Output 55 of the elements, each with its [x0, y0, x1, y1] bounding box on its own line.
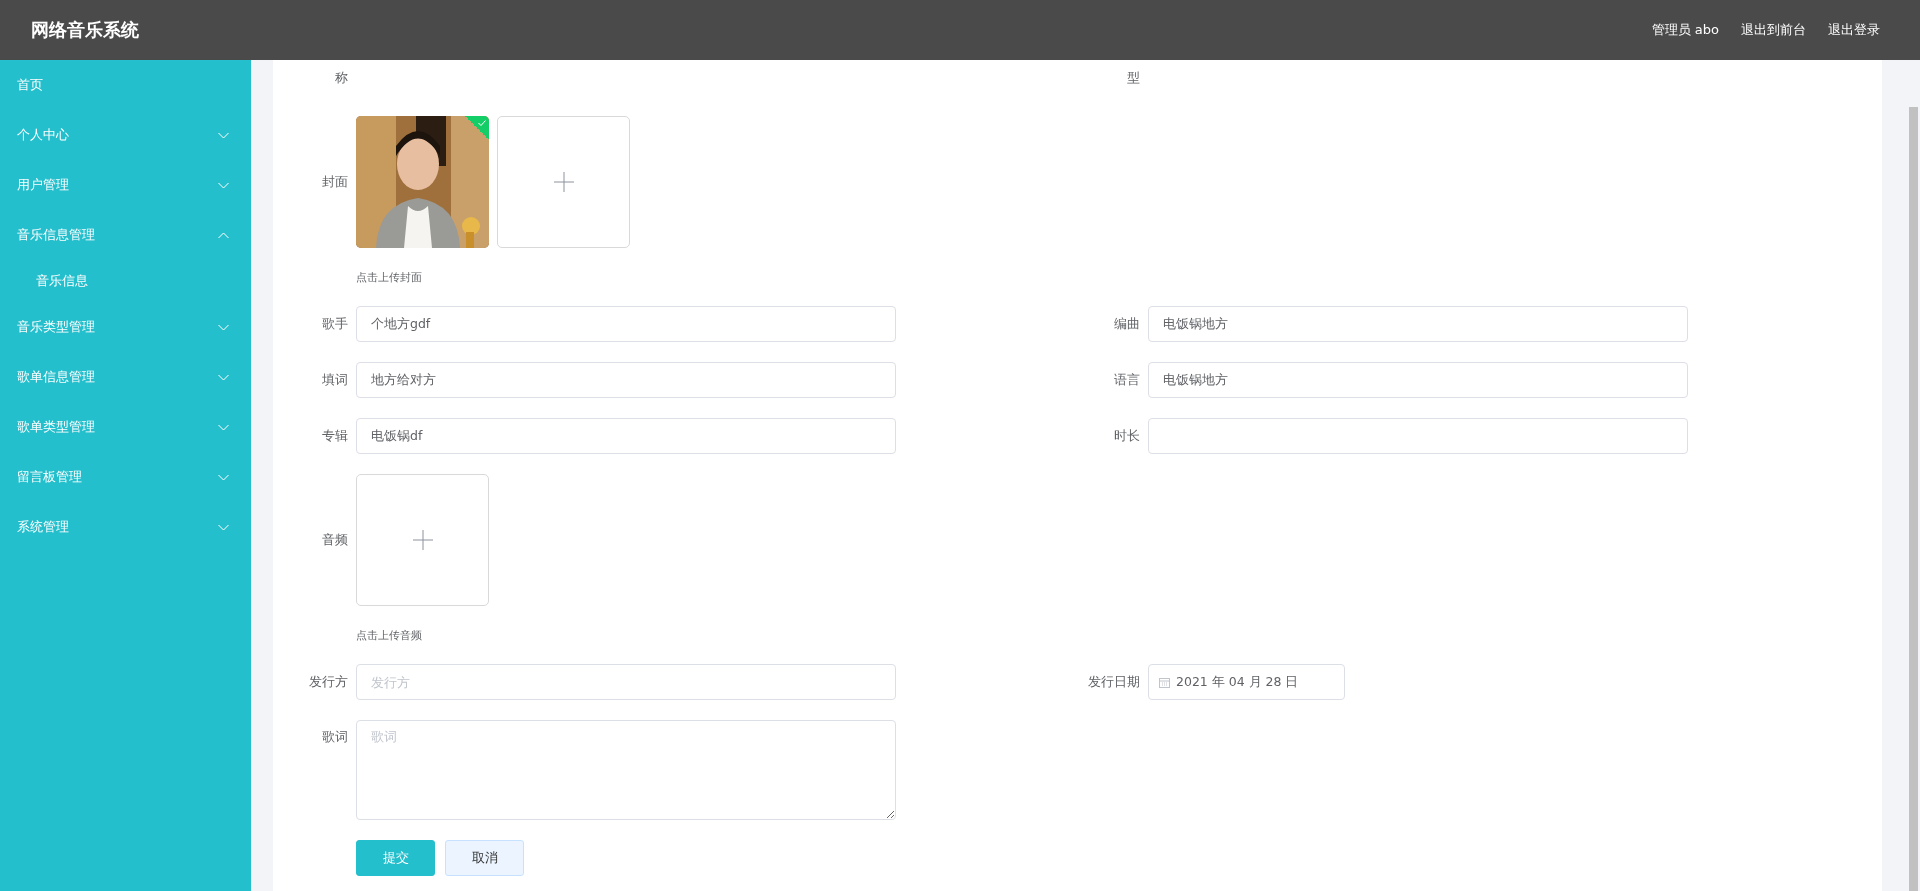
menu-item[interactable]: 歌单信息管理	[0, 352, 251, 402]
field-label: 编曲	[1113, 315, 1140, 333]
field-label: 填词	[321, 371, 348, 389]
chevron-down-icon	[218, 131, 229, 139]
text-field[interactable]: 个地方gdf	[356, 306, 896, 342]
user-name: 管理员 abo	[1651, 21, 1719, 39]
upload-box[interactable]	[497, 116, 630, 248]
plus-icon	[412, 530, 433, 550]
app-title: 网络音乐系统	[31, 18, 140, 42]
menu-item[interactable]: 首页	[0, 60, 251, 110]
date-field[interactable]: 2021 年 04 月 28 日	[1148, 664, 1345, 700]
header-link[interactable]: 退出到前台	[1741, 21, 1806, 39]
cancel-button[interactable]: 取消	[445, 840, 524, 876]
lyrics-field[interactable]: 歌词	[356, 720, 896, 820]
field-label: 封面	[321, 173, 348, 191]
submenu-item[interactable]: 音乐信息	[0, 260, 251, 302]
menu-item[interactable]: 音乐类型管理	[0, 302, 251, 352]
menu-item[interactable]: 用户管理	[0, 160, 251, 210]
chevron-down-icon	[218, 473, 229, 481]
chevron-down-icon	[218, 181, 229, 189]
field-label: 发行方	[308, 673, 348, 691]
field-label: 发行日期	[1087, 673, 1140, 691]
scrollbar[interactable]	[1909, 107, 1918, 891]
upload-box[interactable]	[356, 474, 489, 606]
menu-item[interactable]: 系统管理	[0, 502, 251, 552]
field-label: 语言	[1113, 371, 1140, 389]
text-field[interactable]	[1148, 418, 1688, 454]
field-label: 歌手	[321, 315, 348, 333]
menu-item[interactable]: 个人中心	[0, 110, 251, 160]
menu-item[interactable]: 歌单类型管理	[0, 402, 251, 452]
text-field[interactable]: 发行方	[356, 664, 896, 700]
upload-hint: 点击上传封面	[356, 270, 423, 286]
chevron-down-icon	[218, 423, 229, 431]
chevron-down-icon	[218, 323, 229, 331]
menu-item[interactable]: 音乐信息管理	[0, 210, 251, 260]
chevron-down-icon	[218, 523, 229, 531]
text-field[interactable]: 电饭锅df	[356, 418, 896, 454]
text-field[interactable]: 地方给对方	[356, 362, 896, 398]
field-label: 歌词	[321, 728, 348, 746]
chevron-down-icon	[218, 373, 229, 381]
chevron-up-icon	[218, 231, 229, 239]
field-label: 音频	[321, 531, 348, 549]
header-link[interactable]: 退出登录	[1828, 21, 1880, 39]
field-label: 型	[1126, 69, 1140, 87]
upload-hint: 点击上传音频	[356, 628, 423, 644]
calendar-icon	[1159, 676, 1170, 688]
plus-icon	[553, 172, 574, 192]
field-label: 时长	[1113, 427, 1140, 445]
text-field[interactable]: 电饭锅地方	[1148, 362, 1688, 398]
text-field[interactable]: 电饭锅地方	[1148, 306, 1688, 342]
field-label: 称	[334, 69, 348, 87]
submit-button[interactable]: 提交	[356, 840, 435, 876]
menu-item[interactable]: 留言板管理	[0, 452, 251, 502]
field-label: 专辑	[321, 427, 348, 445]
check-icon	[478, 120, 486, 126]
